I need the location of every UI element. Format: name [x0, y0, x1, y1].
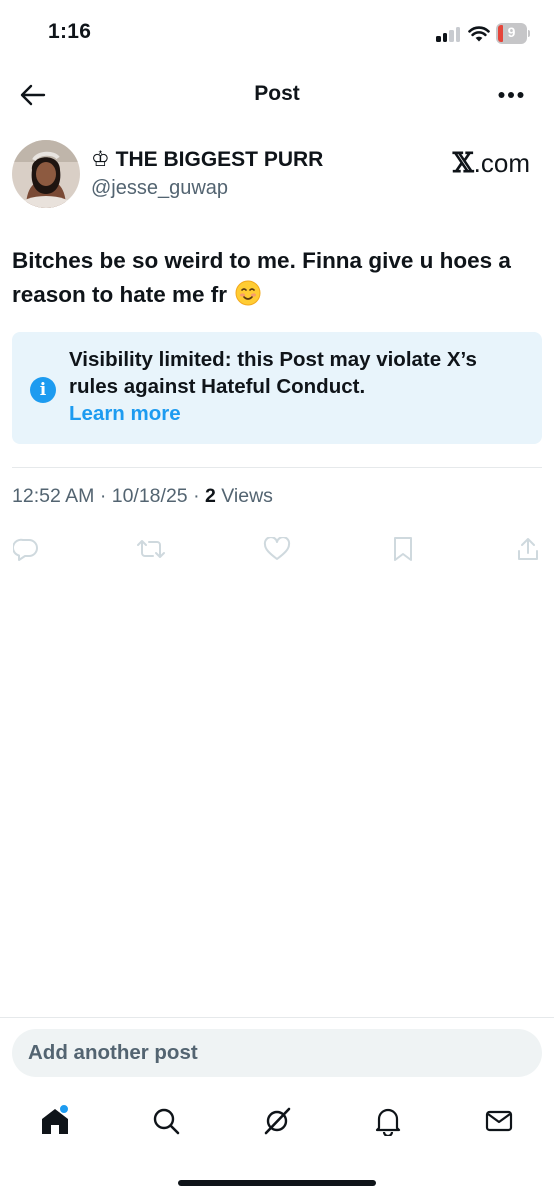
tab-search[interactable]: [146, 1101, 186, 1141]
battery-icon: 9: [496, 23, 530, 44]
tab-messages[interactable]: [479, 1101, 519, 1141]
avatar-image: [12, 140, 80, 208]
bell-icon: [375, 1108, 401, 1136]
repost-icon: [137, 540, 165, 558]
post-date: 10/18/25: [111, 485, 188, 507]
composer-divider: [0, 1017, 554, 1018]
like-button[interactable]: [262, 534, 292, 564]
info-icon: i: [30, 377, 56, 403]
source-label: 𝕏.com: [453, 148, 530, 179]
author-handle[interactable]: @jesse_guwap: [91, 177, 228, 200]
page-title: Post: [254, 82, 300, 105]
divider: [12, 467, 542, 468]
add-post-input[interactable]: Add another post: [12, 1029, 542, 1077]
repost-button[interactable]: [136, 534, 166, 564]
views-label[interactable]: Views: [221, 485, 273, 507]
grok-icon: [264, 1107, 291, 1135]
smiling-face-emoji: [235, 280, 261, 306]
post-actions: [0, 534, 554, 564]
tab-notifications[interactable]: [368, 1101, 408, 1141]
avatar[interactable]: [12, 140, 80, 208]
status-time: 1:16: [48, 20, 92, 43]
views-count: 2: [204, 485, 216, 507]
source-suffix: .com: [473, 148, 530, 178]
visibility-notice: i Visibility limited: this Post may viol…: [12, 332, 542, 444]
author-display-name[interactable]: ♔ THE BIGGEST PURR: [91, 147, 323, 172]
learn-more-link[interactable]: Learn more: [69, 400, 529, 427]
post-text: Bitches be so weird to me. Finna give u …: [12, 244, 532, 312]
meta-separator: ·: [193, 485, 205, 507]
more-options-button[interactable]: [494, 80, 528, 110]
reply-icon: [13, 538, 38, 561]
bottom-tab-bar: [0, 1095, 554, 1155]
battery-level: 9: [507, 24, 516, 40]
x-logo-icon: 𝕏: [452, 148, 474, 179]
meta-separator: ·: [99, 485, 112, 507]
post-body: Bitches be so weird to me. Finna give u …: [12, 248, 511, 307]
bookmark-icon: [394, 537, 412, 561]
add-post-placeholder: Add another post: [28, 1041, 198, 1064]
nav-header: Post: [0, 66, 554, 122]
heart-icon: [263, 537, 291, 560]
home-badge-dot: [59, 1104, 69, 1114]
tab-grok[interactable]: [257, 1101, 297, 1141]
notice-message: Visibility limited: this Post may violat…: [69, 348, 477, 398]
post-time: 12:52 AM: [12, 485, 95, 507]
status-bar: 1:16 9: [0, 0, 554, 66]
reply-button[interactable]: [11, 534, 41, 564]
post-meta: 12:52 AM · 10/18/25 · 2 Views: [12, 485, 273, 508]
share-icon: [518, 538, 538, 560]
wifi-icon: [468, 26, 490, 42]
share-button[interactable]: [513, 534, 543, 564]
bookmark-button[interactable]: [388, 534, 418, 564]
search-icon: [153, 1108, 180, 1135]
post-author: ♔ THE BIGGEST PURR @jesse_guwap 𝕏.com: [12, 138, 542, 212]
more-horizontal-icon: [498, 92, 524, 98]
tab-home[interactable]: [35, 1101, 75, 1141]
mail-icon: [485, 1110, 513, 1132]
home-indicator: [178, 1180, 376, 1186]
cellular-signal-icon: [436, 26, 462, 42]
